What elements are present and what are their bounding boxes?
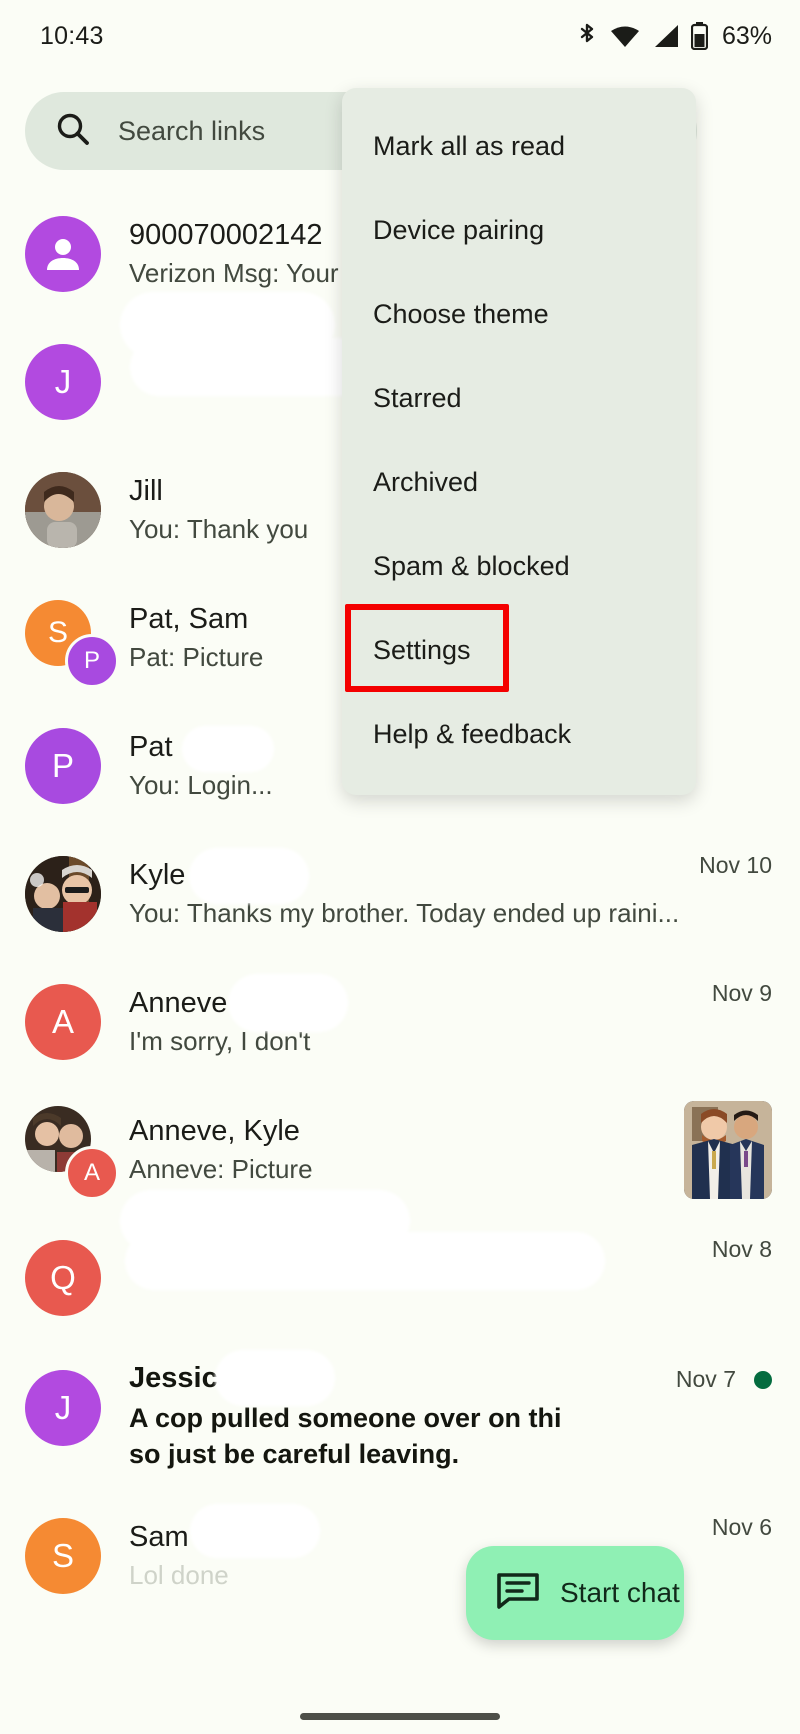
menu-item-device-pairing[interactable]: Device pairing: [342, 188, 696, 272]
unread-indicator-dot: [754, 1370, 772, 1389]
redaction-blob: [190, 1504, 320, 1558]
conversation-date: Nov 10: [699, 852, 772, 878]
avatar-letter: J: [25, 1370, 101, 1446]
gesture-navigation-bar[interactable]: [300, 1713, 500, 1720]
conversation-meta: Nov 6: [712, 1514, 772, 1541]
avatar-group: S P: [25, 600, 119, 688]
conversation-snippet: A cop pulled someone over on thi so just…: [129, 1403, 562, 1470]
start-chat-button[interactable]: Start chat: [466, 1546, 684, 1640]
overflow-menu[interactable]: Mark all as read Device pairing Choose t…: [342, 88, 696, 795]
wifi-icon: [609, 23, 641, 49]
redaction-blob: [189, 848, 309, 904]
conversation-date: Nov 9: [711, 980, 772, 1006]
person-icon: [25, 216, 101, 292]
menu-item-help-and-feedback[interactable]: Help & feedback: [342, 692, 696, 776]
start-chat-label: Start chat: [560, 1577, 680, 1608]
avatar: S: [25, 1518, 101, 1594]
conversation-meta: Nov 7: [676, 1366, 772, 1393]
contact-photo: [25, 856, 101, 932]
avatar: [25, 856, 101, 932]
avatar: A: [25, 984, 101, 1060]
search-icon: [55, 111, 91, 152]
menu-item-choose-theme[interactable]: Choose theme: [342, 272, 696, 356]
conversation-snippet: I'm sorry, I don't: [129, 1026, 311, 1057]
conversation-date: Nov 6: [711, 1514, 772, 1540]
menu-item-mark-all-as-read[interactable]: Mark all as read: [342, 104, 696, 188]
avatar-badge-letter: A: [65, 1146, 119, 1200]
search-input[interactable]: Search links: [118, 116, 265, 147]
avatar: P: [25, 728, 101, 804]
conversation-row[interactable]: Kyle You: Thanks my brother. Today ended…: [0, 830, 800, 958]
conversation-snippet: Anneve: Picture: [129, 1154, 313, 1185]
menu-item-starred[interactable]: Starred: [342, 356, 696, 440]
conversation-meta: Nov 9: [712, 980, 772, 1007]
menu-item-spam-and-blocked[interactable]: Spam & blocked: [342, 524, 696, 608]
conversation-meta: Nov 10: [699, 852, 772, 879]
bluetooth-icon: [576, 22, 598, 50]
messages-app-screen: 10:43 63% Search links 900070002142 Veri…: [0, 0, 800, 1734]
avatar-letter: Q: [25, 1240, 101, 1316]
conversation-date: Nov 8: [711, 1236, 772, 1262]
redaction-blob: [215, 1350, 335, 1406]
menu-item-archived[interactable]: Archived: [342, 440, 696, 524]
redaction-blob: [125, 1232, 605, 1290]
status-bar: 10:43 63%: [0, 0, 800, 72]
avatar-letter: S: [25, 1518, 101, 1594]
conversation-date: Nov 7: [675, 1366, 736, 1392]
conversation-row[interactable]: J Jessica A cop pulled someone over on t…: [0, 1342, 800, 1492]
status-icon-group: 63%: [576, 22, 772, 51]
avatar: J: [25, 1370, 101, 1446]
conversation-text: Jessica A cop pulled someone over on thi…: [129, 1360, 676, 1473]
cellular-signal-icon: [652, 23, 680, 49]
avatar-letter: P: [25, 728, 101, 804]
conversation-title: Anneve, Kyle: [129, 1114, 300, 1147]
conversation-title: Jessica: [129, 1362, 234, 1394]
conversation-row[interactable]: A Anneve I'm sorry, I don't Nov 9: [0, 958, 800, 1086]
conversation-row[interactable]: A Anneve, Kyle Anneve: Picture: [0, 1086, 800, 1214]
avatar-letter: J: [25, 344, 101, 420]
avatar-badge-letter: P: [65, 634, 119, 688]
conversation-text: Anneve, Kyle Anneve: Picture: [129, 1113, 684, 1187]
status-time: 10:43: [40, 21, 104, 50]
avatar: Q: [25, 1240, 101, 1316]
conversation-text: Anneve I'm sorry, I don't: [129, 985, 712, 1059]
conversation-title: Anneve: [129, 986, 228, 1019]
message-thumbnail[interactable]: [684, 1101, 772, 1199]
avatar: [25, 216, 101, 292]
contact-photo: [25, 472, 101, 548]
avatar-letter: A: [25, 984, 101, 1060]
battery-percent-label: 63%: [721, 21, 772, 50]
menu-item-settings[interactable]: Settings: [342, 608, 696, 692]
redaction-blob: [182, 726, 274, 772]
battery-icon: [690, 22, 708, 50]
avatar: J: [25, 344, 101, 420]
conversation-meta: [684, 1101, 772, 1199]
avatar: [25, 472, 101, 548]
conversation-row[interactable]: Q Nov 8: [0, 1190, 800, 1342]
message-compose-icon: [496, 1571, 540, 1616]
avatar-group: A: [25, 1106, 119, 1200]
conversation-meta: Nov 8: [712, 1236, 772, 1263]
redaction-blob: [228, 974, 348, 1032]
